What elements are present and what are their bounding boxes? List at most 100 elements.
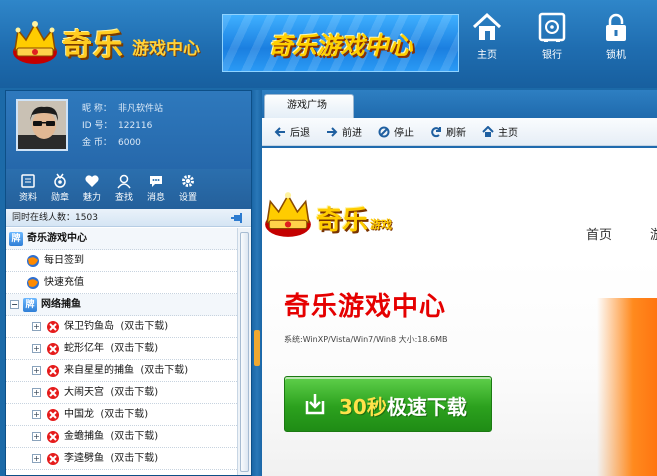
game-name: 中国龙	[64, 409, 94, 420]
expand-icon[interactable]: +	[32, 388, 41, 397]
not-installed-icon	[47, 321, 59, 333]
nav-lock-button[interactable]: 锁机	[593, 10, 639, 61]
arrow-left-icon	[274, 126, 285, 137]
forward-button[interactable]: 前进	[326, 124, 362, 139]
back-button[interactable]: 后退	[274, 124, 310, 139]
left-panel: 昵 称： 非凡软件站 ID 号： 122116 金 币： 6000 资料 勋章 魅力 …	[5, 90, 252, 476]
browser-navbar: 后退 前进 停止 刷新 主页	[262, 118, 657, 146]
tree-root[interactable]: 牌 奇乐游戏中心	[6, 228, 237, 250]
find-icon	[117, 174, 131, 189]
hero-title: 奇乐游戏中心	[284, 292, 447, 322]
refresh-icon	[431, 126, 441, 137]
tool-label: 魅力	[82, 193, 101, 203]
panel-splitter[interactable]	[252, 90, 262, 476]
arrow-right-icon	[327, 126, 338, 137]
download-button[interactable]: 30秒极速下载	[284, 376, 492, 432]
download-label: 30秒极速下载	[339, 391, 467, 420]
hero-system-info: 系统:WinXP/Vista/Win7/Win8 大小:18.6MB	[284, 335, 448, 344]
web-content: 奇乐 游戏 首页 游 奇乐游戏中心 系统:WinXP/Vista/Win7/Wi…	[262, 146, 657, 476]
game-name: 来自星星的捕鱼	[64, 365, 134, 376]
tab-game-plaza[interactable]: 游戏广场	[264, 94, 354, 118]
download-icon	[305, 394, 325, 415]
browser-home-button[interactable]: 主页	[482, 124, 518, 139]
pin-icon[interactable]	[231, 213, 245, 223]
stop-button[interactable]: 停止	[378, 124, 414, 139]
tree-game-item[interactable]: + 蛇形亿年 (双击下载)	[6, 338, 237, 360]
tree-game-item[interactable]: + 金蟾捕鱼 (双击下载)	[6, 426, 237, 448]
online-label: 同时在线人数：	[12, 213, 76, 223]
tool-label: 消息	[146, 193, 165, 203]
tree-item-label: 每日签到	[44, 255, 84, 266]
not-installed-icon	[47, 453, 59, 465]
refresh-label: 刷新	[446, 128, 466, 139]
splitter-grip[interactable]	[254, 330, 260, 366]
crown-icon	[13, 21, 57, 64]
web-logo-title: 奇乐	[316, 206, 369, 236]
tree-game-item[interactable]: + 来自星星的捕鱼 (双击下载)	[6, 360, 237, 382]
web-nav-home[interactable]: 首页	[586, 224, 612, 243]
web-nav-games[interactable]: 游	[650, 224, 657, 243]
not-installed-icon	[47, 387, 59, 399]
hero-decoration	[597, 298, 657, 476]
back-label: 后退	[290, 128, 310, 139]
game-name: 大闹天宫	[64, 387, 104, 398]
tree-game-item[interactable]: + 李逵劈鱼 (双击下载)	[6, 448, 237, 470]
nav-bank-button[interactable]: 银行	[529, 10, 575, 61]
browser-globe-icon	[27, 277, 39, 289]
tool-medal-button[interactable]: 勋章	[44, 169, 76, 209]
tree-game-item[interactable]: + 保卫钓鱼岛 (双击下载)	[6, 316, 237, 338]
user-profile: 昵 称： 非凡软件站 ID 号： 122116 金 币： 6000	[6, 91, 251, 169]
home-icon	[472, 12, 502, 40]
not-installed-icon	[47, 343, 59, 355]
online-count-bar: 同时在线人数：1503	[6, 209, 251, 227]
download-hint: (双击下载)	[110, 387, 159, 398]
tool-find-button[interactable]: 查找	[108, 169, 140, 209]
tree-item-label: 快速充值	[44, 277, 84, 288]
header-banner[interactable]: 奇乐游戏中心	[222, 14, 459, 72]
nav-bank-label: 银行	[542, 50, 562, 61]
tree-item-daily-sign[interactable]: 每日签到	[6, 250, 237, 272]
browser-home-label: 主页	[498, 128, 518, 139]
safe-icon	[538, 12, 566, 42]
expand-icon[interactable]: +	[32, 322, 41, 331]
id-label: ID 号：	[82, 121, 113, 131]
nav-home-button[interactable]: 主页	[464, 10, 510, 61]
download-hint: (双击下载)	[120, 321, 169, 332]
tool-profile-button[interactable]: 资料	[12, 169, 44, 209]
tree-game-item[interactable]: + 大闹天宫 (双击下载)	[6, 382, 237, 404]
tree-scrollbar[interactable]	[237, 228, 251, 475]
tool-message-button[interactable]: 消息	[140, 169, 172, 209]
profile-info: 昵 称： 非凡软件站 ID 号： 122116 金 币： 6000	[82, 101, 163, 152]
tool-label: 查找	[114, 193, 133, 203]
tool-settings-button[interactable]: 设置	[172, 169, 204, 209]
category-icon: 牌	[9, 232, 23, 246]
tool-charm-button[interactable]: 魅力	[76, 169, 108, 209]
browser-globe-icon	[27, 255, 39, 267]
collapse-icon[interactable]: −	[10, 300, 19, 309]
nav-lock-label: 锁机	[606, 50, 626, 61]
expand-icon[interactable]: +	[32, 454, 41, 463]
heart-icon	[85, 175, 99, 187]
expand-icon[interactable]: +	[32, 366, 41, 375]
download-hint: (双击下载)	[110, 343, 159, 354]
tree-group-fishing[interactable]: − 牌 网络捕鱼	[6, 294, 237, 316]
not-installed-icon	[47, 365, 59, 377]
game-name: 金蟾捕鱼	[64, 431, 104, 442]
medal-icon	[54, 173, 66, 188]
scrollbar-thumb[interactable]	[240, 232, 249, 472]
refresh-button[interactable]: 刷新	[430, 124, 466, 139]
expand-icon[interactable]: +	[32, 410, 41, 419]
download-rest-label: 极速下载	[386, 395, 467, 419]
banner-text: 奇乐游戏中心	[268, 31, 413, 60]
expand-icon[interactable]: +	[32, 432, 41, 441]
tree-item-recharge[interactable]: 快速充值	[6, 272, 237, 294]
online-count: 1503	[75, 213, 98, 223]
expand-icon[interactable]: +	[32, 344, 41, 353]
home-icon	[482, 125, 494, 137]
avatar[interactable]	[16, 99, 68, 151]
stop-label: 停止	[394, 128, 414, 139]
tree-game-item[interactable]: + 中国龙 (双击下载)	[6, 404, 237, 426]
web-logo-subtitle: 游戏	[370, 218, 392, 231]
avatar-image	[18, 101, 66, 149]
app-header: 奇乐 游戏中心 奇乐游戏中心 主页 银行 锁机	[0, 0, 657, 88]
